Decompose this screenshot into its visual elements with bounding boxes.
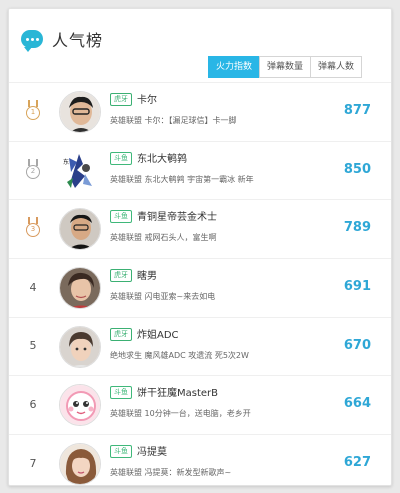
- stream-description: 英雄联盟 卡尔：【漏足球信】卡一脚: [110, 116, 237, 125]
- streamer-name[interactable]: 青铜星帝芸金术士: [137, 208, 217, 223]
- tab-fire-index[interactable]: 火力指数: [208, 56, 261, 78]
- stream-description: 英雄联盟 10分钟一台，送电脑，老乡开: [110, 409, 251, 419]
- list-item[interactable]: 1 虎牙 卡尔 英雄联盟 卡尔：【漏足球信】卡一脚 877: [9, 82, 391, 141]
- popularity-panel: 人气榜 火力指数 弹幕数量 弹幕人数 1 虎牙 卡尔 英雄联盟 卡尔：【漏足球信…: [8, 8, 392, 486]
- avatar[interactable]: [59, 267, 101, 310]
- gold-medal-icon: 1: [25, 100, 41, 122]
- streamer-name[interactable]: 东北大鹌鹑: [137, 150, 187, 165]
- list-item[interactable]: 3 斗鱼 青铜星帝芸金术士 英雄联盟 戒网石头人，富生啊 789: [9, 199, 391, 258]
- popularity-score: 850: [343, 161, 371, 177]
- avatar[interactable]: [59, 325, 101, 368]
- platform-badge: 斗鱼: [110, 386, 132, 400]
- rank-number: 7: [29, 456, 37, 470]
- streamer-name[interactable]: 冯提莫: [137, 443, 167, 458]
- stream-description: 英雄联盟 冯提莫：新发型新歌声~: [110, 468, 232, 478]
- list-item[interactable]: 7 斗鱼 冯提莫 英雄联盟 冯提莫：新发型新歌声~ 627: [9, 434, 391, 485]
- list-item[interactable]: 5 虎牙 炸姐ADC 绝地求生 魔风雄ADC 攻遗流 死5次2W 670: [9, 316, 391, 376]
- rank-1: 1: [23, 100, 43, 122]
- chat-bubble-icon: [21, 30, 43, 52]
- avatar[interactable]: 东: [59, 149, 101, 192]
- sort-tabs: 火力指数 弹幕数量 弹幕人数: [208, 56, 363, 78]
- avatar[interactable]: [59, 208, 101, 251]
- avatar[interactable]: [59, 384, 101, 427]
- tab-danmaku-count[interactable]: 弹幕数量: [259, 56, 312, 78]
- panel-title: 人气榜: [52, 31, 104, 50]
- streamer-name[interactable]: 瞎男: [137, 267, 157, 282]
- rank-2: 2: [23, 158, 43, 181]
- popularity-score: 691: [343, 279, 371, 295]
- silver-medal-icon: 2: [25, 158, 41, 181]
- popularity-score: 670: [343, 337, 371, 353]
- tab-danmaku-users[interactable]: 弹幕人数: [310, 56, 363, 78]
- popularity-score: 877: [343, 103, 371, 118]
- list-item[interactable]: 4 虎牙 瞎男 英雄联盟 闪电亚索~来去如电 691: [9, 258, 391, 317]
- ranking-list: 1 虎牙 卡尔 英雄联盟 卡尔：【漏足球信】卡一脚 877 2 东 斗鱼 东北大…: [9, 82, 391, 485]
- rank-number: 5: [29, 339, 37, 353]
- list-item[interactable]: 2 东 斗鱼 东北大鹌鹑 英雄联盟 东北大鹌鹑 宇宙第一霸冰 新年 850: [9, 140, 391, 200]
- platform-badge: 斗鱼: [110, 210, 132, 224]
- streamer-name[interactable]: 卡尔: [137, 91, 157, 106]
- platform-badge: 斗鱼: [110, 151, 132, 165]
- panel-header: 人气榜: [21, 26, 103, 52]
- popularity-score: 627: [343, 455, 371, 471]
- bronze-medal-icon: 3: [25, 217, 41, 239]
- stream-description: 英雄联盟 闪电亚索~来去如电: [110, 292, 216, 302]
- rank-number: 4: [29, 280, 37, 294]
- platform-badge: 斗鱼: [110, 445, 132, 459]
- streamer-name[interactable]: 饼干狂魔MasterB: [137, 384, 218, 399]
- streamer-name[interactable]: 炸姐ADC: [137, 326, 179, 341]
- list-item[interactable]: 6 斗鱼 饼干狂魔MasterB 英雄联盟 10分钟一台，送电脑，老乡开 664: [9, 375, 391, 434]
- rank-3: 3: [23, 217, 43, 239]
- platform-badge: 虎牙: [110, 93, 132, 106]
- popularity-score: 664: [343, 396, 371, 412]
- platform-badge: 虎牙: [110, 269, 132, 283]
- popularity-score: 789: [343, 220, 371, 236]
- stream-description: 英雄联盟 东北大鹌鹑 宇宙第一霸冰 新年: [110, 174, 254, 184]
- platform-badge: 虎牙: [110, 327, 132, 341]
- avatar[interactable]: [59, 91, 101, 133]
- avatar[interactable]: [59, 443, 101, 485]
- rank-number: 6: [29, 397, 37, 411]
- stream-description: 绝地求生 魔风雄ADC 攻遗流 死5次2W: [110, 350, 249, 360]
- stream-description: 英雄联盟 戒网石头人，富生啊: [110, 233, 217, 243]
- svg-text:东: 东: [63, 158, 69, 166]
